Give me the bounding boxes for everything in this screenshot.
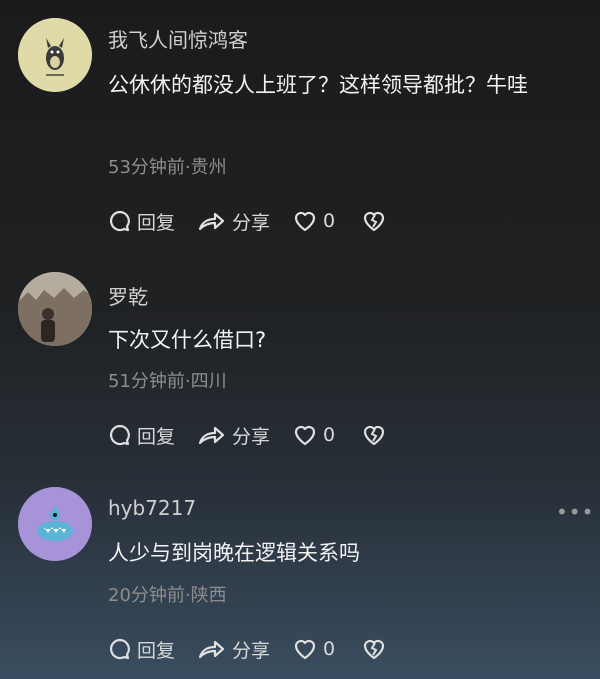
avatar[interactable] xyxy=(18,272,92,346)
comment-meta: 53分钟前·贵州 xyxy=(108,157,227,178)
heart-icon xyxy=(294,211,316,232)
like-button[interactable]: 0 xyxy=(292,423,335,447)
chat-bubble-icon xyxy=(110,424,130,446)
username[interactable]: hyb7217 xyxy=(108,496,196,520)
comment-text: 公休休的都没人上班了？这样领导都批？牛哇 xyxy=(108,73,528,97)
broken-heart-icon xyxy=(364,211,385,232)
comment-meta: 20分钟前·陕西 xyxy=(108,585,227,606)
broken-heart-icon xyxy=(364,639,385,660)
share-button[interactable]: 分享 xyxy=(197,636,270,663)
reply-button[interactable]: 回复 xyxy=(108,208,175,235)
comment-meta: 51分钟前·四川 xyxy=(108,371,227,392)
comment-actions: 回复 分享 0 xyxy=(108,635,414,663)
chat-bubble-icon xyxy=(110,638,130,660)
share-label: 分享 xyxy=(232,639,271,662)
share-arrow-icon xyxy=(198,640,225,659)
heart-icon xyxy=(294,639,316,660)
reply-button[interactable]: 回复 xyxy=(108,422,175,449)
like-button[interactable]: 0 xyxy=(292,637,335,661)
share-arrow-icon xyxy=(198,212,225,231)
username[interactable]: 我飞人间惊鸿客 xyxy=(108,24,248,53)
avatar[interactable] xyxy=(18,487,92,561)
username[interactable]: 罗乾 xyxy=(108,281,148,310)
comment-actions: 回复 分享 0 xyxy=(108,207,414,235)
totoro-avatar-icon xyxy=(18,18,92,92)
share-label: 分享 xyxy=(232,425,271,448)
comment-actions: 回复 分享 0 xyxy=(108,421,414,449)
monster-avatar-icon xyxy=(18,487,92,561)
heart-icon xyxy=(294,425,316,446)
reply-button[interactable]: 回复 xyxy=(108,636,175,663)
chat-bubble-icon xyxy=(110,210,130,232)
avatar[interactable] xyxy=(18,18,92,92)
like-count: 0 xyxy=(323,210,336,232)
dislike-button[interactable] xyxy=(361,637,392,661)
like-count: 0 xyxy=(323,638,336,660)
share-button[interactable]: 分享 xyxy=(197,422,270,449)
comment-text: 人少与到岗晚在逻辑关系吗 xyxy=(108,541,360,565)
share-button[interactable]: 分享 xyxy=(197,208,270,235)
reply-label: 回复 xyxy=(137,425,176,448)
broken-heart-icon xyxy=(364,425,385,446)
person-photo-icon xyxy=(18,272,92,346)
like-count: 0 xyxy=(323,424,336,446)
more-dots-icon[interactable]: ••• xyxy=(556,500,594,524)
like-button[interactable]: 0 xyxy=(292,209,335,233)
share-label: 分享 xyxy=(232,211,271,234)
comment-text: 下次又什么借口? xyxy=(108,328,267,352)
dislike-button[interactable] xyxy=(361,423,392,447)
share-arrow-icon xyxy=(198,426,225,445)
reply-label: 回复 xyxy=(137,639,176,662)
dislike-button[interactable] xyxy=(361,209,392,233)
reply-label: 回复 xyxy=(137,211,176,234)
